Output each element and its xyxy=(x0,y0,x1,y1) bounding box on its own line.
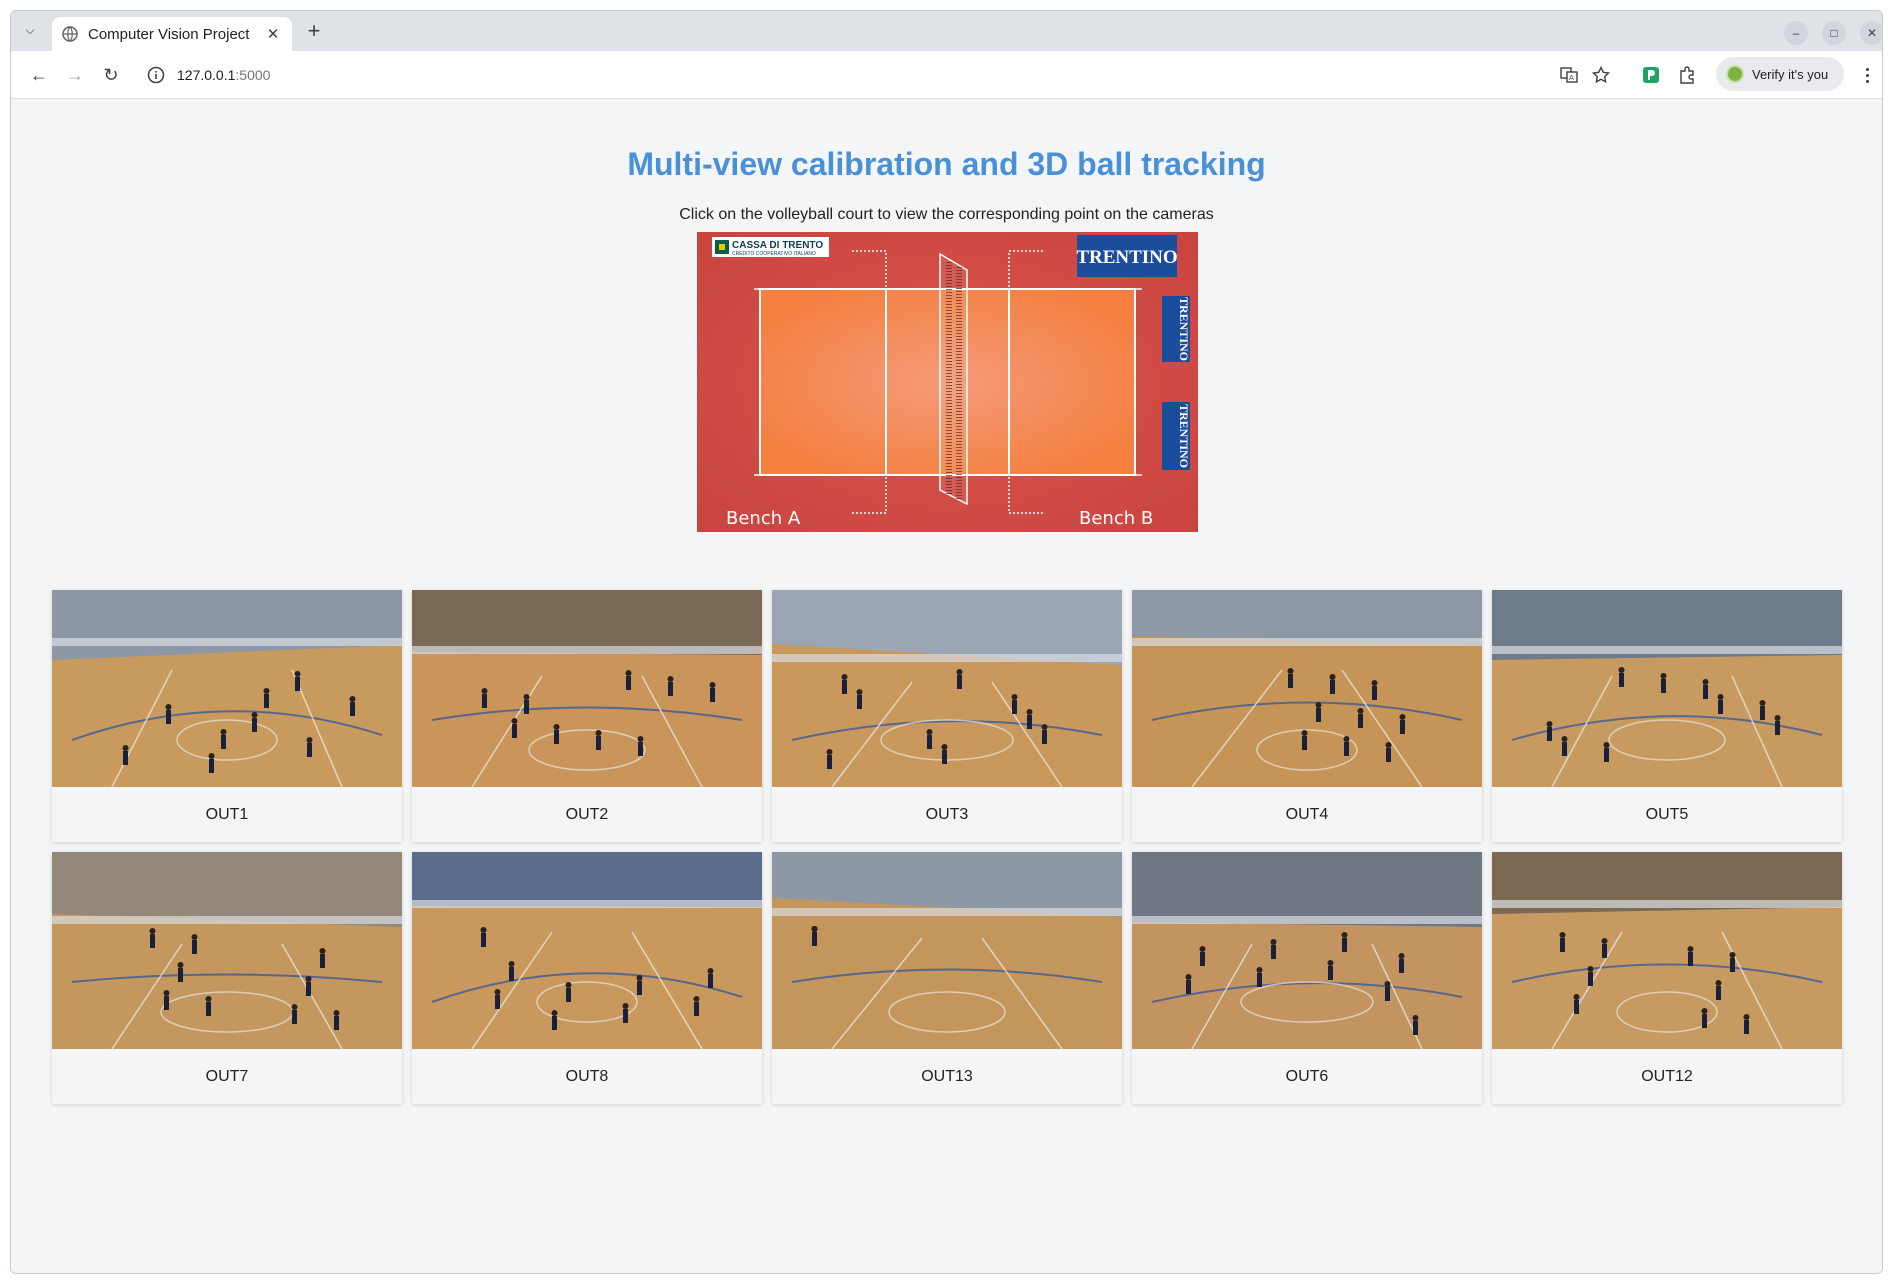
back-button[interactable]: ← xyxy=(27,63,51,87)
trentino-logo-top: TRENTINO xyxy=(1076,235,1178,277)
extension-p-icon[interactable] xyxy=(1639,63,1663,87)
browser-menu-icon[interactable] xyxy=(1859,63,1875,87)
translate-icon[interactable]: A xyxy=(1557,63,1581,87)
browser-toolbar: ← → ↻ 127.0.0.1:5000 A Verify it's you xyxy=(11,51,1882,99)
camera-view-image[interactable] xyxy=(1492,590,1842,787)
camera-view-image[interactable] xyxy=(52,590,402,787)
minimize-button[interactable]: – xyxy=(1784,21,1808,45)
globe-icon xyxy=(62,26,78,42)
camera-label: OUT4 xyxy=(1285,805,1329,823)
camera-label: OUT13 xyxy=(921,1067,973,1085)
svg-text:CASSA DI TRENTO: CASSA DI TRENTO xyxy=(732,240,823,251)
camera-label: OUT12 xyxy=(1641,1067,1693,1085)
camera-card[interactable]: OUT3 xyxy=(772,590,1122,842)
camera-card[interactable]: OUT13 xyxy=(772,852,1122,1104)
camera-view-image[interactable] xyxy=(772,852,1122,1049)
new-tab-button[interactable]: + xyxy=(301,19,327,45)
verify-profile-button[interactable]: Verify it's you xyxy=(1716,57,1844,91)
camera-card[interactable]: OUT2 xyxy=(412,590,762,842)
svg-text:CREDITO COOPERATIVO ITALIANO: CREDITO COOPERATIVO ITALIANO xyxy=(732,251,816,257)
tab-title: Computer Vision Project xyxy=(88,25,250,43)
camera-view-image[interactable] xyxy=(1132,852,1482,1049)
camera-view-image[interactable] xyxy=(1492,852,1842,1049)
camera-view-image[interactable] xyxy=(1132,590,1482,787)
svg-text:TRENTINO: TRENTINO xyxy=(1177,404,1191,468)
browser-window: ⌵ Computer Vision Project ✕ + – □ ✕ ← → … xyxy=(10,10,1883,1274)
camera-view-image[interactable] xyxy=(772,590,1122,787)
svg-text:TRENTINO: TRENTINO xyxy=(1076,247,1177,268)
camera-card[interactable]: OUT12 xyxy=(1492,852,1842,1104)
camera-card[interactable]: OUT1 xyxy=(52,590,402,842)
camera-card[interactable]: OUT8 xyxy=(412,852,762,1104)
camera-card[interactable]: OUT7 xyxy=(52,852,402,1104)
camera-label: OUT3 xyxy=(925,805,969,823)
verify-label: Verify it's you xyxy=(1752,66,1829,82)
close-window-button[interactable]: ✕ xyxy=(1860,21,1882,45)
svg-text:A: A xyxy=(1569,74,1574,82)
reload-button[interactable]: ↻ xyxy=(99,63,123,87)
url-text: 127.0.0.1:5000 xyxy=(177,67,271,83)
trentino-logo-side-2: TRENTINO xyxy=(1162,402,1191,470)
camera-label: OUT5 xyxy=(1645,805,1689,823)
trentino-logo-side-1: TRENTINO xyxy=(1162,296,1191,362)
svg-text:TRENTINO: TRENTINO xyxy=(1177,297,1191,361)
bookmark-star-icon[interactable] xyxy=(1589,63,1613,87)
extensions-puzzle-icon[interactable] xyxy=(1675,63,1699,87)
bench-b-label: Bench B xyxy=(1079,508,1153,529)
site-info-icon[interactable] xyxy=(147,66,165,84)
camera-view-image[interactable] xyxy=(412,590,762,787)
volleyball-court-map[interactable]: CASSA DI TRENTO CREDITO COOPERATIVO ITAL… xyxy=(697,232,1198,532)
page-title: Multi-view calibration and 3D ball track… xyxy=(627,146,1266,182)
forward-button[interactable]: → xyxy=(63,63,87,87)
tab-strip: ⌵ Computer Vision Project ✕ + – □ ✕ xyxy=(11,11,1882,51)
profile-avatar xyxy=(1726,65,1744,83)
tab-search-chevron-icon[interactable]: ⌵ xyxy=(17,17,43,43)
camera-label: OUT6 xyxy=(1285,1067,1329,1085)
bench-a-label: Bench A xyxy=(726,508,801,529)
camera-view-image[interactable] xyxy=(52,852,402,1049)
camera-grid: OUT1 OUT2 OUT3 OUT4 OUT5 OUT7 OUT8 OUT13… xyxy=(52,590,1846,1104)
camera-card[interactable]: OUT6 xyxy=(1132,852,1482,1104)
browser-tab[interactable]: Computer Vision Project ✕ xyxy=(52,17,292,51)
cassa-di-trento-logo: CASSA DI TRENTO CREDITO COOPERATIVO ITAL… xyxy=(712,237,829,257)
maximize-button[interactable]: □ xyxy=(1822,21,1846,45)
camera-label: OUT8 xyxy=(565,1067,609,1085)
address-bar[interactable]: 127.0.0.1:5000 xyxy=(131,57,1621,93)
camera-view-image[interactable] xyxy=(412,852,762,1049)
camera-label: OUT1 xyxy=(205,805,249,823)
camera-card[interactable]: OUT5 xyxy=(1492,590,1842,842)
camera-label: OUT2 xyxy=(565,805,609,823)
page-content: Multi-view calibration and 3D ball track… xyxy=(11,99,1882,1273)
camera-card[interactable]: OUT4 xyxy=(1132,590,1482,842)
tab-close-icon[interactable]: ✕ xyxy=(264,25,282,43)
camera-label: OUT7 xyxy=(205,1067,249,1085)
page-subtitle: Click on the volleyball court to view th… xyxy=(679,206,1214,223)
net xyxy=(939,252,968,506)
